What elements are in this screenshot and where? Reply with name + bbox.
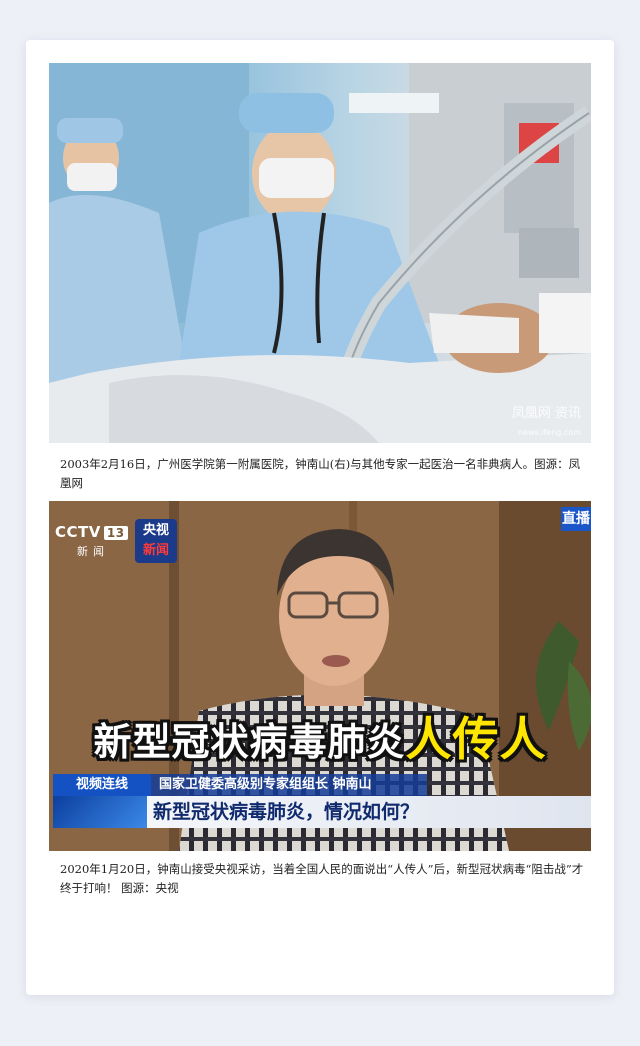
headline-yellow-text: 人传人 — [405, 712, 547, 766]
lower-third-graphic — [53, 796, 147, 828]
cctv-logo: CCTV 13 — [55, 523, 128, 541]
lower-third-title: 新型冠状病毒肺炎，情况如何？ — [147, 796, 591, 828]
photo-caption-2020: 2020年1月20日，钟南山接受央视采访，当着全国人民的面说出“人传人”后，新型… — [60, 862, 584, 895]
photo-caption-2003: 2003年2月16日，广州医学院第一附属医院，钟南山(右)与其他专家一起医治一名… — [60, 457, 581, 490]
cctv-channel-number: 13 — [103, 526, 128, 540]
cctv-channel-sub: 新闻 — [77, 545, 109, 558]
cctv-news-badge-line1: 央视 — [142, 523, 169, 538]
lower-third-name: 国家卫健委高级别专家组组长 钟南山 — [151, 774, 427, 796]
broadcast-headline: 新型冠状病毒肺炎人传人 — [49, 709, 591, 769]
photo-watermark-url: news.ifeng.com — [518, 428, 581, 437]
cctv-news-badge-line2: 新闻 — [142, 543, 169, 558]
photo-watermark: 凤凰网 资讯 — [511, 406, 581, 421]
hospital-illustration — [49, 63, 591, 443]
hospital-photo: 凤凰网 资讯 news.ifeng.com — [49, 63, 591, 443]
interview-photo: CCTV 13 新闻 央视 新闻 直播 新型冠状病毒肺炎人传人 视频连线 国家卫健… — [49, 501, 591, 851]
headline-white-text: 新型冠状病毒肺炎 — [93, 720, 406, 764]
cctv-news-badge: 央视 新闻 — [135, 519, 177, 563]
cctv-logo-text: CCTV — [55, 523, 101, 541]
live-badge-text: 直播 — [562, 511, 590, 527]
live-badge: 直播 — [561, 507, 591, 531]
lower-third-tag: 视频连线 — [53, 774, 151, 796]
